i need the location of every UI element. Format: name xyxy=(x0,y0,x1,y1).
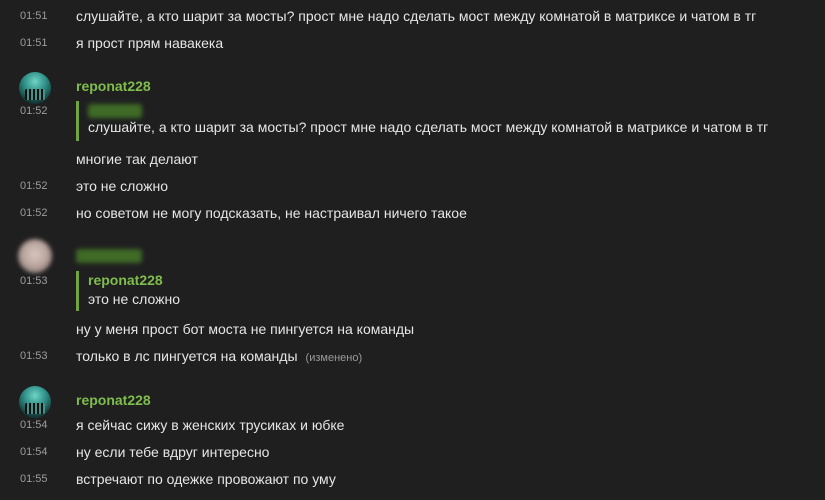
sender-name[interactable]: reponat228 xyxy=(76,76,151,96)
reply-quote[interactable]: слушайте, а кто шарит за мосты? прост мн… xyxy=(76,101,817,141)
timestamp: 01:52 xyxy=(20,105,48,117)
quoted-text: это не сложно xyxy=(88,291,181,307)
message-text: слушайте, а кто шарит за мосты? прост мн… xyxy=(76,8,757,24)
timestamp: 01:53 xyxy=(20,350,48,362)
message-row[interactable]: 01:51 я прост прям навакека xyxy=(0,33,825,53)
message-text: ну у меня прост бот моста не пингуется н… xyxy=(76,321,415,337)
avatar[interactable] xyxy=(19,72,51,104)
message-row[interactable]: 01:54 я сейчас сижу в женских трусиках и… xyxy=(0,415,825,435)
avatar-pattern xyxy=(25,89,45,100)
sender-name-redacted[interactable] xyxy=(76,249,142,263)
timestamp: 01:51 xyxy=(20,10,48,22)
avatar[interactable] xyxy=(18,239,52,273)
message-text: ну если тебе вдруг интересно xyxy=(76,444,270,460)
message-text: встречают по одежке провожают по уму xyxy=(76,471,336,487)
timestamp: 01:55 xyxy=(20,473,48,485)
message-body: только в лс пингуется на команды xyxy=(76,348,298,364)
message-row[interactable]: 01:52 но советом не могу подсказать, не … xyxy=(0,203,825,223)
message-row[interactable]: 01:55 встречают по одежке провожают по у… xyxy=(0,469,825,489)
message-row[interactable]: 01:53 только в лс пингуется на команды (и… xyxy=(0,346,825,366)
message-text: я прост прям навакека xyxy=(76,35,224,51)
timestamp: 01:54 xyxy=(20,446,48,458)
timestamp: 01:54 xyxy=(20,419,48,431)
message-text: многие так делают xyxy=(76,151,198,167)
message-text: но советом не могу подсказать, не настра… xyxy=(76,205,467,221)
message-text: это не сложно xyxy=(76,178,169,194)
quoted-sender-redacted xyxy=(88,104,142,118)
message-text: я сейчас сижу в женских трусиках и юбке xyxy=(76,417,345,433)
timestamp: 01:52 xyxy=(20,180,48,192)
avatar-pattern xyxy=(25,403,45,414)
message-row[interactable]: 01:54 ну если тебе вдруг интересно xyxy=(0,442,825,462)
quoted-sender: reponat228 xyxy=(88,272,163,288)
chat-timeline: 01:51 слушайте, а кто шарит за мосты? пр… xyxy=(0,0,825,500)
message-row[interactable]: ну у меня прост бот моста не пингуется н… xyxy=(0,319,825,339)
timestamp: 01:52 xyxy=(20,207,48,219)
message-row[interactable]: 01:52 это не сложно xyxy=(0,176,825,196)
sender-name[interactable]: reponat228 xyxy=(76,390,151,410)
reply-quote[interactable]: reponat228 это не сложно xyxy=(76,271,817,311)
quoted-text: слушайте, а кто шарит за мосты? прост мн… xyxy=(88,119,769,135)
timestamp: 01:51 xyxy=(20,37,48,49)
edited-marker: (изменено) xyxy=(305,352,363,364)
avatar[interactable] xyxy=(19,386,51,418)
message-text: только в лс пингуется на команды (изменен… xyxy=(76,346,815,368)
message-row[interactable]: многие так делают xyxy=(0,149,825,169)
message-row[interactable]: 01:51 слушайте, а кто шарит за мосты? пр… xyxy=(0,6,825,26)
timestamp: 01:53 xyxy=(20,275,48,287)
